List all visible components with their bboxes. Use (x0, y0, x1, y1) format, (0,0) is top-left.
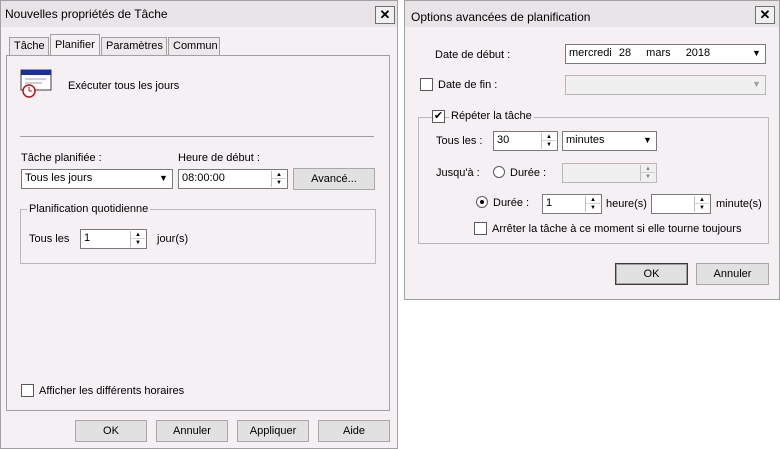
tab-parametres[interactable]: Paramètres (101, 37, 167, 55)
task-properties-window: Nouvelles propriétés de Tâche ✕ Tâche Pl… (0, 0, 398, 449)
end-date-picker[interactable]: ▼ (565, 75, 766, 95)
schedule-tab-panel: Exécuter tous les jours Tâche planifiée … (6, 55, 390, 411)
minutes-unit: minute(s) (716, 198, 762, 210)
start-date-label: Date de début : (435, 49, 511, 61)
tab-tache[interactable]: Tâche (9, 37, 49, 55)
start-day: 28 (618, 47, 632, 59)
advanced-button[interactable]: Avancé... (293, 168, 375, 190)
duration-hours-stepper[interactable]: 1 ▲ ▼ (542, 194, 602, 214)
spin-buttons[interactable]: ▲ ▼ (585, 196, 600, 212)
scheduled-task-icon (20, 69, 52, 99)
repeat-task-checkbox[interactable]: ✔ (432, 110, 445, 123)
close-button[interactable]: ✕ (375, 6, 395, 24)
chevron-down-icon[interactable]: ▼ (749, 46, 764, 62)
start-month: mars (646, 47, 671, 59)
start-time-stepper[interactable]: 08:00:00 ▲ ▼ (178, 169, 288, 189)
spin-buttons[interactable]: ▲ ▼ (271, 171, 286, 187)
every-label: Tous les (29, 233, 70, 245)
repeat-task-label: Répéter la tâche (449, 110, 534, 122)
daily-group-title: Planification quotidienne (27, 203, 151, 215)
repeat-unit-value: minutes (566, 134, 605, 146)
daily-schedule-group (20, 209, 376, 264)
title-bar[interactable]: Nouvelles propriétés de Tâche ✕ (1, 1, 397, 27)
start-weekday: mercredi (569, 47, 612, 59)
end-date-label: Date de fin : (438, 79, 498, 91)
hours-unit: heure(s) (606, 198, 647, 210)
repeat-unit-dropdown[interactable]: minutes ▼ (562, 131, 657, 151)
window-title: Options avancées de planification (411, 10, 591, 24)
chevron-down-icon[interactable]: ▼ (640, 133, 655, 149)
repeat-every-label: Tous les : (436, 135, 483, 147)
spin-buttons[interactable]: ▲ ▼ (640, 165, 655, 181)
start-time-value: 08:00:00 (182, 172, 225, 184)
task-schedule-label: Tâche planifiée : (21, 152, 102, 164)
stop-task-label: Arrêter la tâche à ce moment si elle tou… (492, 223, 742, 235)
duration-hours-value: 1 (546, 197, 553, 209)
repeat-interval-value: 30 (497, 134, 510, 146)
days-unit: jour(s) (157, 233, 189, 245)
chevron-down-icon[interactable]: ▼ (749, 77, 764, 93)
task-schedule-value: Tous les jours (25, 172, 93, 184)
tab-commun[interactable]: Commun (168, 37, 220, 55)
task-schedule-dropdown[interactable]: Tous les jours ▼ (21, 169, 173, 189)
chevron-down-icon[interactable]: ▼ (156, 171, 171, 187)
title-bar[interactable]: Options avancées de planification ✕ (405, 1, 779, 27)
until-time-radio[interactable] (493, 166, 505, 178)
spin-buttons[interactable]: ▲ ▼ (694, 196, 709, 212)
days-interval-stepper[interactable]: 1 ▲ ▼ (80, 229, 147, 249)
until-time-label: Durée : (510, 167, 547, 179)
show-multiple-checkbox[interactable] (21, 384, 34, 397)
cancel-button[interactable]: Annuler (156, 420, 228, 442)
help-button[interactable]: Aide (318, 420, 390, 442)
start-year: 2018 (685, 47, 711, 59)
days-interval-value: 1 (84, 232, 91, 244)
repeat-interval-stepper[interactable]: 30 ▲ ▼ (493, 131, 558, 151)
duration-minutes-stepper[interactable]: ▲ ▼ (651, 194, 711, 214)
end-date-checkbox[interactable] (420, 78, 433, 91)
stop-task-checkbox[interactable] (474, 222, 487, 235)
show-multiple-label: Afficher les différents horaires (39, 385, 185, 397)
spin-buttons[interactable]: ▲ ▼ (130, 231, 145, 247)
until-time-stepper[interactable]: ▲ ▼ (562, 163, 657, 183)
advanced-schedule-window: Options avancées de planification ✕ Date… (404, 0, 780, 300)
close-button[interactable]: ✕ (755, 6, 775, 24)
ok-button[interactable]: OK (75, 420, 147, 442)
until-label: Jusqu'à : (436, 167, 480, 179)
cancel-button[interactable]: Annuler (696, 263, 769, 285)
ok-button[interactable]: OK (615, 263, 688, 285)
spin-buttons[interactable]: ▲ ▼ (541, 133, 556, 149)
duration-radio[interactable] (476, 196, 488, 208)
separator (20, 136, 374, 137)
start-date-picker[interactable]: mercredi 28 mars 2018 ▼ (565, 44, 766, 64)
start-time-label: Heure de début : (178, 152, 260, 164)
window-title: Nouvelles propriétés de Tâche (5, 7, 168, 21)
schedule-summary: Exécuter tous les jours (68, 80, 180, 92)
tab-planifier[interactable]: Planifier (50, 34, 100, 56)
apply-button[interactable]: Appliquer (237, 420, 309, 442)
duration-label: Durée : (493, 197, 530, 209)
